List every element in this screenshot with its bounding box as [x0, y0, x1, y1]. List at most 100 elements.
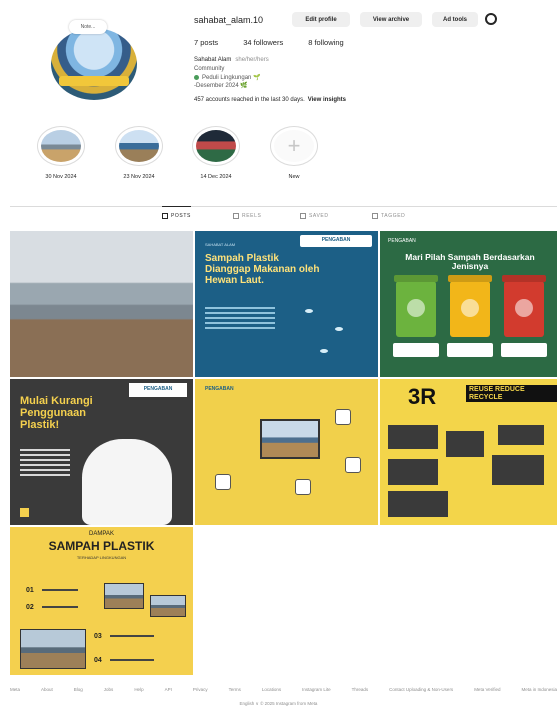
info-box [498, 425, 544, 445]
tab-saved-label: SAVED [309, 213, 329, 219]
story-highlight[interactable]: 30 Nov 2024 [35, 126, 87, 180]
brand-logo: PENGABAN [300, 235, 372, 247]
group-photo [260, 419, 320, 459]
bottle-icon [345, 457, 361, 473]
profile-stats: 7 posts 34 followers 8 following [194, 38, 344, 47]
reach-text: 457 accounts reached in the last 30 days… [194, 97, 305, 103]
tab-posts-label: POSTS [171, 213, 191, 219]
highlight-ring[interactable] [115, 126, 163, 166]
new-highlight-button[interactable]: + New [268, 126, 320, 180]
profile-avatar-wrapper[interactable]: Note... [47, 20, 139, 100]
ad-tools-button[interactable]: Ad tools [432, 12, 478, 27]
impact-photo [150, 595, 186, 617]
view-insights-link[interactable]: View insights [308, 97, 346, 103]
tab-reels-label: REELS [242, 213, 262, 219]
highlight-cover-image [119, 130, 159, 162]
post-thumbnail-reduce-plastic[interactable]: PENGABAN Mulai Kurangi Penggunaan Plasti… [10, 379, 193, 525]
text-line [110, 635, 154, 637]
bookmark-icon [300, 213, 306, 219]
bin-caption-box [501, 343, 547, 357]
highlight-cover-image [41, 130, 81, 162]
brand-logo: PENGABAN [205, 386, 234, 392]
footer-link[interactable]: Locations [262, 687, 281, 692]
note-bubble[interactable]: Note... [69, 20, 107, 34]
post-thumbnail-plastic-ocean[interactable]: PENGABAN SAHABAT ALAM Sampah Plastik Dia… [195, 231, 378, 377]
brand-logo: PENGABAN [129, 383, 187, 397]
footer-links: Meta About Blog Jobs Help API Privacy Te… [10, 687, 557, 692]
post-thumbnail-3r[interactable]: 3R REUSE REDUCE RECYCLE [380, 379, 557, 525]
impact-photo [104, 583, 144, 609]
reach-summary: 457 accounts reached in the last 30 days… [194, 97, 346, 103]
bio-line-category: Community [194, 66, 225, 72]
highlight-ring[interactable] [192, 126, 240, 166]
footer-link[interactable]: Terms [229, 687, 241, 692]
footer-link[interactable]: Threads [352, 687, 369, 692]
post-subheadline: TERHADAP LINGKUNGAN [76, 555, 127, 560]
impact-photo [20, 629, 86, 669]
bio-line-2-text: Peduli Lingkungan 🌱 [202, 75, 261, 81]
post-thumbnail-beach-photo[interactable] [10, 231, 193, 377]
photo-box [446, 431, 484, 457]
bottles-icon [295, 479, 311, 495]
bin-icon [215, 474, 231, 490]
footer-link[interactable]: Blog [74, 687, 83, 692]
text-line [42, 589, 78, 591]
highlight-caption: 23 Nov 2024 [123, 174, 155, 180]
fish-icon [320, 349, 328, 353]
view-archive-button[interactable]: View archive [360, 12, 422, 27]
edit-profile-button[interactable]: Edit profile [292, 12, 350, 27]
profile-full-name: Sahabat Alam she/her/hers [194, 57, 269, 63]
post-headline: Sampah Plastik Dianggap Makanan oleh Hew… [205, 253, 320, 286]
footer-link[interactable]: Contact Uploading & Non-Users [389, 687, 453, 692]
highlight-ring[interactable] [37, 126, 85, 166]
step-number: 01 [26, 587, 34, 594]
step-number: 03 [94, 633, 102, 640]
story-highlight[interactable]: 14 Dec 2024 [190, 126, 242, 180]
footer-link[interactable]: About [41, 687, 53, 692]
story-highlight[interactable]: 23 Nov 2024 [113, 126, 165, 180]
recycle-icon [335, 409, 351, 425]
footer-link[interactable]: Meta in Indonesia [521, 687, 557, 692]
post-headline: Mari Pilah Sampah Berdasarkan Jenisnya [405, 252, 535, 272]
footer-link[interactable]: API [165, 687, 172, 692]
highlight-caption: New [288, 174, 300, 180]
corner-square [20, 508, 29, 517]
footer-link[interactable]: Privacy [193, 687, 208, 692]
highlight-caption: 30 Nov 2024 [45, 174, 77, 180]
tab-tagged[interactable]: TAGGED [372, 213, 405, 219]
tab-tagged-label: TAGGED [381, 213, 406, 219]
footer-copyright: English ∨ © 2025 Instagram from Meta [239, 701, 318, 706]
red-bin-icon [502, 275, 546, 337]
followers-count[interactable]: 34 followers [243, 38, 283, 47]
post-thumbnail-plastic-impact[interactable]: DAMPAK SAMPAH PLASTIK TERHADAP LINGKUNGA… [10, 527, 193, 675]
post-thumbnail-waste-sorting[interactable]: PENGABAN Mari Pilah Sampah Berdasarkan J… [380, 231, 557, 377]
footer-link[interactable]: Help [134, 687, 143, 692]
tagged-icon [372, 213, 378, 219]
reels-icon [233, 213, 239, 219]
bio-line-3: -Desember 2024 🌿 [194, 83, 248, 89]
green-dot-icon [194, 75, 199, 80]
avatar[interactable] [51, 28, 137, 100]
post-thumbnail-activity-collage[interactable]: PENGABAN [195, 379, 378, 525]
info-box [388, 425, 438, 449]
post-body-lines [20, 449, 70, 479]
tab-posts[interactable]: POSTS [162, 206, 191, 219]
following-count[interactable]: 8 following [308, 38, 343, 47]
post-tag-text: SAHABAT ALAM [205, 242, 236, 247]
settings-gear-icon[interactable] [485, 13, 497, 25]
bin-caption-box [447, 343, 493, 357]
post-pretitle: DAMPAK [89, 531, 114, 537]
highlight-ring[interactable]: + [270, 126, 318, 166]
highlight-cover-image [196, 130, 236, 162]
footer-link[interactable]: Jobs [104, 687, 114, 692]
posts-count: 7 posts [194, 38, 219, 47]
text-line [110, 659, 154, 661]
tab-reels[interactable]: REELS [233, 213, 261, 219]
tab-saved[interactable]: SAVED [300, 213, 329, 219]
profile-username: sahabat_alam.10 [194, 15, 264, 25]
footer-link[interactable]: Instagram Lite [302, 687, 331, 692]
footer-link[interactable]: Meta Verified [474, 687, 500, 692]
footer-link[interactable]: Meta [10, 687, 20, 692]
info-box [388, 459, 438, 485]
grid-icon [162, 213, 168, 219]
